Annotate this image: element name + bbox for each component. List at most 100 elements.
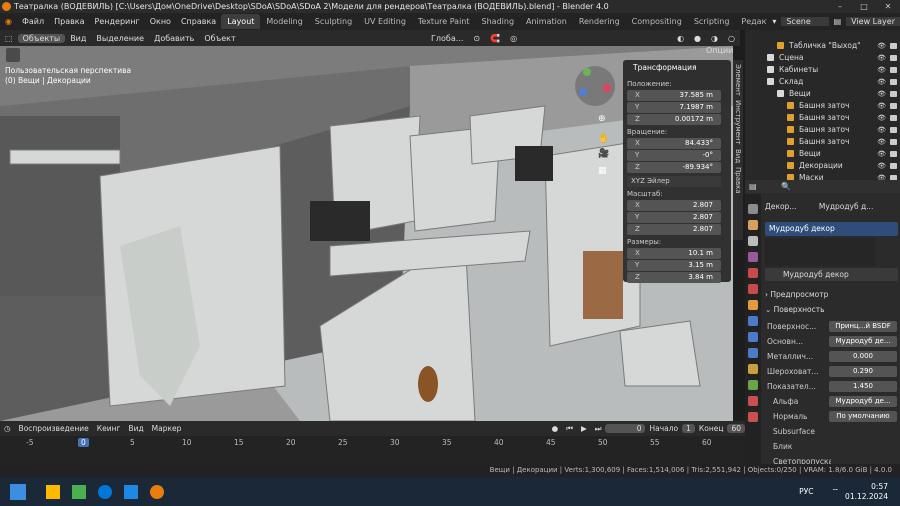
surface-panel-header[interactable]: ⌄ Поверхность xyxy=(765,303,898,316)
tool-tab-icon[interactable] xyxy=(748,204,758,214)
play-icon[interactable]: ▶ xyxy=(577,424,591,433)
world-tab-icon[interactable] xyxy=(748,284,758,294)
search-field[interactable]: 🔍 xyxy=(781,182,791,191)
transform-orientation[interactable]: Глоба... xyxy=(426,34,468,43)
outliner-row[interactable]: Вещи 👁 xyxy=(745,88,900,100)
view-layer-tab-icon[interactable] xyxy=(748,252,758,262)
outliner-row[interactable]: Башня заточ 👁 xyxy=(745,136,900,148)
tab-view[interactable]: Вид xyxy=(734,149,742,163)
visibility-eye-icon[interactable]: 👁 xyxy=(877,76,886,88)
outliner-row[interactable]: Сцена 👁 xyxy=(745,52,900,64)
tab-layout[interactable]: Layout xyxy=(221,14,261,29)
outliner-row[interactable]: Кабинеты 👁 xyxy=(745,64,900,76)
rotation-y-field[interactable]: Y -0° xyxy=(627,150,721,161)
outliner-row[interactable]: Склад 👁 xyxy=(745,76,900,88)
render-camera-icon[interactable] xyxy=(890,67,897,73)
property-value[interactable]: По умолчанию xyxy=(829,411,897,422)
app-icon[interactable] xyxy=(124,484,138,499)
visibility-eye-icon[interactable]: 👁 xyxy=(877,124,886,136)
outliner-row[interactable]: Декорации 👁 xyxy=(745,160,900,172)
tab-texture-paint[interactable]: Texture Paint xyxy=(412,14,476,29)
menu-render[interactable]: Рендеринг xyxy=(90,17,145,26)
close-icon[interactable]: ✕ xyxy=(876,0,900,13)
editor-type-icon[interactable]: ⬚ xyxy=(0,34,18,43)
property-value[interactable]: Принц...й BSDF xyxy=(829,321,897,332)
render-camera-icon[interactable] xyxy=(890,55,897,61)
proportional-icon[interactable]: ◎ xyxy=(505,34,522,43)
grid-toggle-icon[interactable]: ▦ xyxy=(598,166,607,176)
property-value[interactable]: 0.000 xyxy=(829,351,897,362)
tab-uv-editing[interactable]: UV Editing xyxy=(358,14,412,29)
dimensions-y-field[interactable]: Y 3.15 m xyxy=(627,260,721,271)
menu-view[interactable]: Вид xyxy=(65,34,91,43)
physics-tab-icon[interactable] xyxy=(748,348,758,358)
tab-sculpting[interactable]: Sculpting xyxy=(309,14,358,29)
particles-tab-icon[interactable] xyxy=(748,332,758,342)
language-indicator[interactable]: РУС xyxy=(799,487,813,496)
preview-panel-header[interactable]: › Предпросмотр xyxy=(765,288,898,301)
visibility-eye-icon[interactable]: 👁 xyxy=(877,160,886,172)
scene-selector[interactable]: Scene xyxy=(781,17,829,26)
dimensions-z-field[interactable]: Z 3.84 m xyxy=(627,272,721,283)
windows-start-icon[interactable] xyxy=(10,483,26,500)
menu-add[interactable]: Добавить xyxy=(149,34,199,43)
scale-z-field[interactable]: Z 2.807 xyxy=(627,224,721,235)
data-tab-icon[interactable] xyxy=(748,380,758,390)
menu-select[interactable]: Выделение xyxy=(91,34,149,43)
tab-shading[interactable]: Shading xyxy=(476,14,521,29)
minecraft-icon[interactable] xyxy=(72,484,86,499)
record-icon[interactable]: ● xyxy=(548,424,563,433)
rotation-z-field[interactable]: Z -89.934° xyxy=(627,162,721,173)
menu-file[interactable]: Файл xyxy=(17,17,49,26)
timeline-editor-icon[interactable]: ◷ xyxy=(0,424,15,433)
shading-material-icon[interactable]: ◑ xyxy=(706,34,723,43)
modifier-tab-icon[interactable] xyxy=(748,316,758,326)
blender-taskbar-icon[interactable] xyxy=(150,484,164,499)
properties-icon[interactable]: ▤ xyxy=(749,182,757,191)
dimensions-x-field[interactable]: X 10.1 m xyxy=(627,248,721,259)
shading-render-icon[interactable]: ○ xyxy=(723,34,740,43)
scale-x-field[interactable]: X 2.807 xyxy=(627,200,721,211)
timeline-ruler[interactable]: -5 0 5 10 15 20 25 30 35 40 45 50 55 60 xyxy=(0,436,745,464)
maximize-icon[interactable]: □ xyxy=(852,0,876,13)
render-camera-icon[interactable] xyxy=(890,115,897,121)
material-selector[interactable]: Мудродуб декор xyxy=(765,268,898,281)
texture-tab-icon[interactable] xyxy=(748,412,758,422)
shading-solid-icon[interactable]: ● xyxy=(689,34,706,43)
material-slot-list[interactable] xyxy=(765,238,875,266)
menu-object[interactable]: Объект xyxy=(199,34,240,43)
visibility-eye-icon[interactable]: 👁 xyxy=(877,112,886,124)
current-frame-field[interactable]: 0 xyxy=(605,424,646,433)
pivot-icon[interactable]: ⊙ xyxy=(468,34,485,43)
render-camera-icon[interactable] xyxy=(890,91,897,97)
render-camera-icon[interactable] xyxy=(890,163,897,169)
gizmo-y-axis-icon[interactable] xyxy=(583,68,591,76)
tab-edit[interactable]: Правка xyxy=(734,167,742,194)
outliner-row[interactable]: Башня заточ 👁 xyxy=(745,100,900,112)
menu-keying[interactable]: Кеинг xyxy=(93,424,125,433)
location-y-field[interactable]: Y 7.1987 m xyxy=(627,102,721,113)
file-explorer-icon[interactable] xyxy=(46,484,60,499)
menu-edit[interactable]: Правка xyxy=(49,17,89,26)
jump-start-icon[interactable]: ⏮ xyxy=(562,424,577,434)
rotation-x-field[interactable]: X 84.433° xyxy=(627,138,721,149)
output-tab-icon[interactable] xyxy=(748,236,758,246)
visibility-eye-icon[interactable]: 👁 xyxy=(877,64,886,76)
outliner-row[interactable]: Башня заточ 👁 xyxy=(745,112,900,124)
render-camera-icon[interactable] xyxy=(890,139,897,145)
outliner-row[interactable]: Башня заточ 👁 xyxy=(745,124,900,136)
scene-icon[interactable]: ▾ xyxy=(767,17,781,26)
network-icon[interactable]: ⌔ xyxy=(832,487,840,497)
clock[interactable]: 0:57 01.12.2024 xyxy=(845,482,888,502)
object-tab-icon[interactable] xyxy=(748,300,758,310)
jump-end-icon[interactable]: ⏭ xyxy=(591,424,606,434)
visibility-eye-icon[interactable]: 👁 xyxy=(877,52,886,64)
render-camera-icon[interactable] xyxy=(890,151,897,157)
scale-y-field[interactable]: Y 2.807 xyxy=(627,212,721,223)
visibility-eye-icon[interactable]: 👁 xyxy=(877,136,886,148)
property-value[interactable]: 0.290 xyxy=(829,366,897,377)
menu-playback[interactable]: Воспроизведение xyxy=(15,424,93,433)
end-frame-field[interactable]: 60 xyxy=(727,424,745,433)
tab-item[interactable]: Элемент xyxy=(734,64,742,96)
menu-help[interactable]: Справка xyxy=(176,17,221,26)
